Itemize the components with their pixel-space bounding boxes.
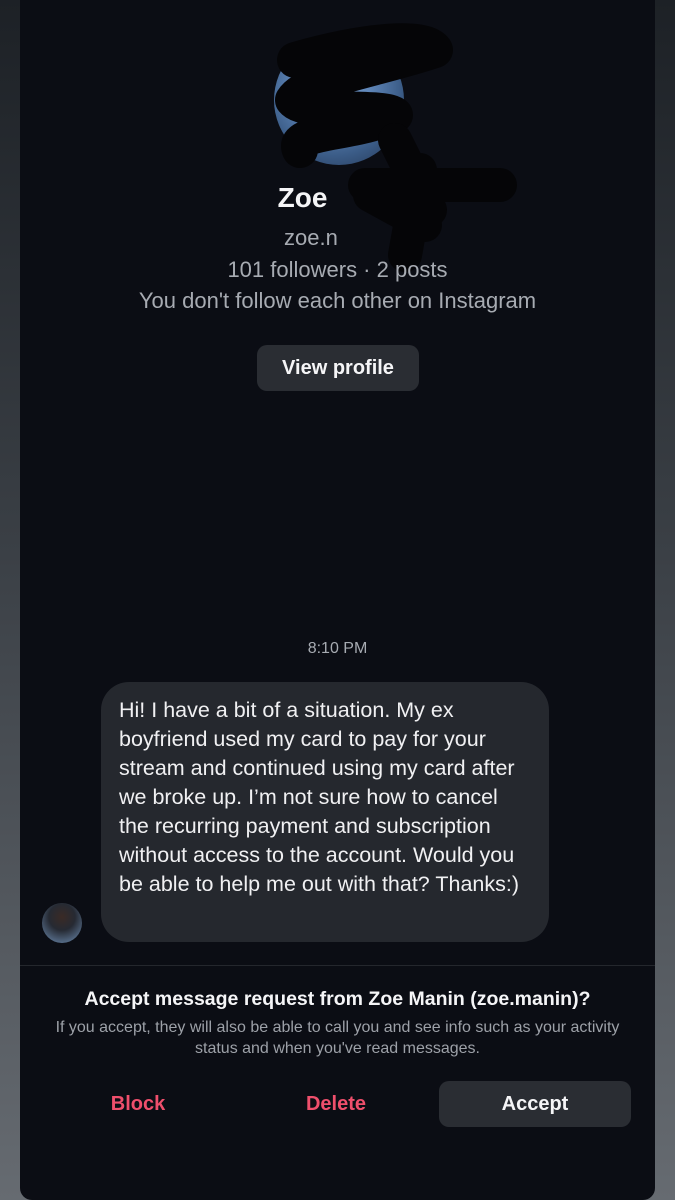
block-button[interactable]: Block xyxy=(78,1081,198,1127)
profile-stats: 101 followers · 2 posts xyxy=(227,257,448,282)
request-description: If you accept, they will also be able to… xyxy=(55,1019,620,1057)
message-bubble[interactable]: Hi! I have a bit of a situation. My ex b… xyxy=(101,682,549,942)
message-request-screen: Zoe zoe.n 101 followers · 2 posts You do… xyxy=(20,0,655,1200)
profile-name: Zoe xyxy=(277,182,328,213)
message-timestamp: 8:10 PM xyxy=(307,640,368,657)
accept-button[interactable]: Accept xyxy=(439,1081,631,1127)
view-profile-button[interactable]: View profile xyxy=(257,345,419,391)
sender-avatar[interactable] xyxy=(42,903,82,943)
profile-username: zoe.n xyxy=(284,225,338,250)
request-title: Accept message request from Zoe Manin (z… xyxy=(84,988,591,1010)
follow-status: You don't follow each other on Instagram xyxy=(138,288,537,313)
delete-button[interactable]: Delete xyxy=(276,1081,396,1127)
divider xyxy=(20,965,655,966)
